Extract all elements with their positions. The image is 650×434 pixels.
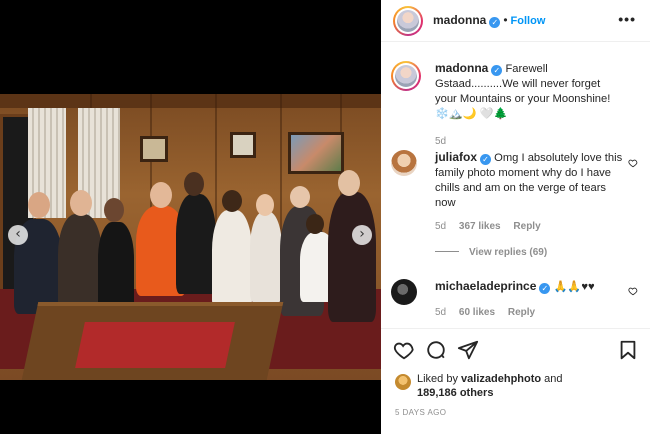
- person-head: [338, 170, 360, 196]
- table-runner: [75, 322, 235, 368]
- person: [98, 222, 134, 312]
- author-avatar[interactable]: [393, 6, 423, 36]
- paper-plane-icon[interactable]: [457, 339, 479, 361]
- caption-author-avatar[interactable]: [391, 61, 421, 91]
- comment-likes[interactable]: 367 likes: [459, 221, 501, 232]
- comment-likes[interactable]: 60 likes: [459, 307, 495, 318]
- comment-icon[interactable]: [425, 339, 447, 361]
- likes-prefix: Liked by: [417, 373, 458, 385]
- view-replies-button[interactable]: View replies (69): [435, 247, 547, 258]
- comment-meta: 5d 60 likes Reply: [435, 305, 625, 320]
- person-head: [256, 194, 274, 216]
- separator: •: [503, 13, 508, 27]
- verified-badge-icon: ✓: [491, 65, 503, 76]
- person-head: [70, 190, 92, 216]
- likes-text: Liked by valizadehphoto and 189,186 othe…: [417, 372, 563, 400]
- ceiling-beam: [0, 94, 381, 108]
- post-timestamp[interactable]: 5 DAYS AGO: [395, 408, 446, 417]
- comment-like-heart-icon[interactable]: [628, 158, 638, 168]
- follow-button[interactable]: Follow: [511, 15, 546, 27]
- bookmark-icon[interactable]: [617, 339, 639, 361]
- author-username[interactable]: madonna: [433, 13, 486, 27]
- person-head: [306, 214, 324, 234]
- comment-body: juliafox ✓ Omg I absolutely love this fam…: [435, 150, 625, 234]
- comment-like-heart-icon[interactable]: [628, 286, 638, 296]
- commenter-avatar[interactable]: [391, 279, 417, 305]
- liker-avatar[interactable]: [395, 374, 411, 390]
- caption-emojis: ❄️🏔️🌙 🤍🌲: [435, 108, 508, 120]
- header-author-line: madonna ✓ • Follow: [433, 13, 545, 28]
- avatar-image: [395, 65, 417, 87]
- picture-frame: [288, 132, 344, 174]
- comment-text: 🙏🙏♥♥: [553, 281, 595, 293]
- caption-username[interactable]: madonna: [435, 61, 488, 75]
- reply-button[interactable]: Reply: [508, 307, 535, 318]
- commenter-avatar[interactable]: [391, 150, 417, 176]
- reply-button[interactable]: Reply: [513, 221, 540, 232]
- picture-frame: [140, 136, 168, 162]
- caption-age[interactable]: 5d: [435, 136, 446, 147]
- liker-username[interactable]: valizadehphoto: [461, 373, 541, 385]
- comment-body: michaeladeprince ✓ 🙏🙏♥♥ 5d 60 likes Reply: [435, 279, 625, 320]
- comments-section: madonna ✓ Farewell Gstaad..........We wil…: [381, 43, 650, 329]
- comment-username[interactable]: michaeladeprince: [435, 279, 536, 293]
- caption-meta: 5d: [435, 134, 625, 149]
- post-media: ‹ ›: [0, 0, 381, 434]
- person: [250, 212, 282, 302]
- post-details-panel: madonna ✓ • Follow ••• madonna ✓ Farewell Gs…: [381, 0, 650, 434]
- likes-and: and: [544, 373, 563, 385]
- comment-age[interactable]: 5d: [435, 307, 446, 318]
- person: [176, 194, 216, 294]
- person-head: [184, 172, 204, 196]
- person-head: [28, 192, 50, 218]
- verified-badge-icon: ✓: [489, 17, 501, 28]
- comment-meta: 5d 367 likes Reply: [435, 219, 625, 234]
- post-photo: [0, 94, 381, 380]
- verified-badge-icon: ✓: [480, 154, 492, 165]
- view-replies-line: [435, 251, 459, 252]
- comment-age[interactable]: 5d: [435, 221, 446, 232]
- picture-frame: [230, 132, 256, 158]
- post-header: madonna ✓ • Follow •••: [381, 0, 650, 42]
- view-replies-label: View replies (69): [469, 247, 548, 258]
- action-bar: [381, 335, 650, 365]
- heart-icon[interactable]: [393, 339, 415, 361]
- person-head: [104, 198, 124, 222]
- likes-count[interactable]: 189,186 others: [417, 387, 493, 399]
- next-photo-button[interactable]: ›: [352, 225, 372, 245]
- verified-badge-icon: ✓: [539, 283, 551, 294]
- person-head: [150, 182, 172, 208]
- caption-body: madonna ✓ Farewell Gstaad..........We wil…: [435, 61, 625, 149]
- avatar-image: [397, 10, 419, 32]
- person-head: [290, 186, 310, 208]
- person: [212, 210, 252, 310]
- more-options-icon[interactable]: •••: [618, 11, 636, 27]
- person-head: [222, 190, 242, 212]
- comment-username[interactable]: juliafox: [435, 150, 477, 164]
- person: [328, 192, 376, 322]
- person: [58, 214, 102, 314]
- previous-photo-button[interactable]: ‹: [8, 225, 28, 245]
